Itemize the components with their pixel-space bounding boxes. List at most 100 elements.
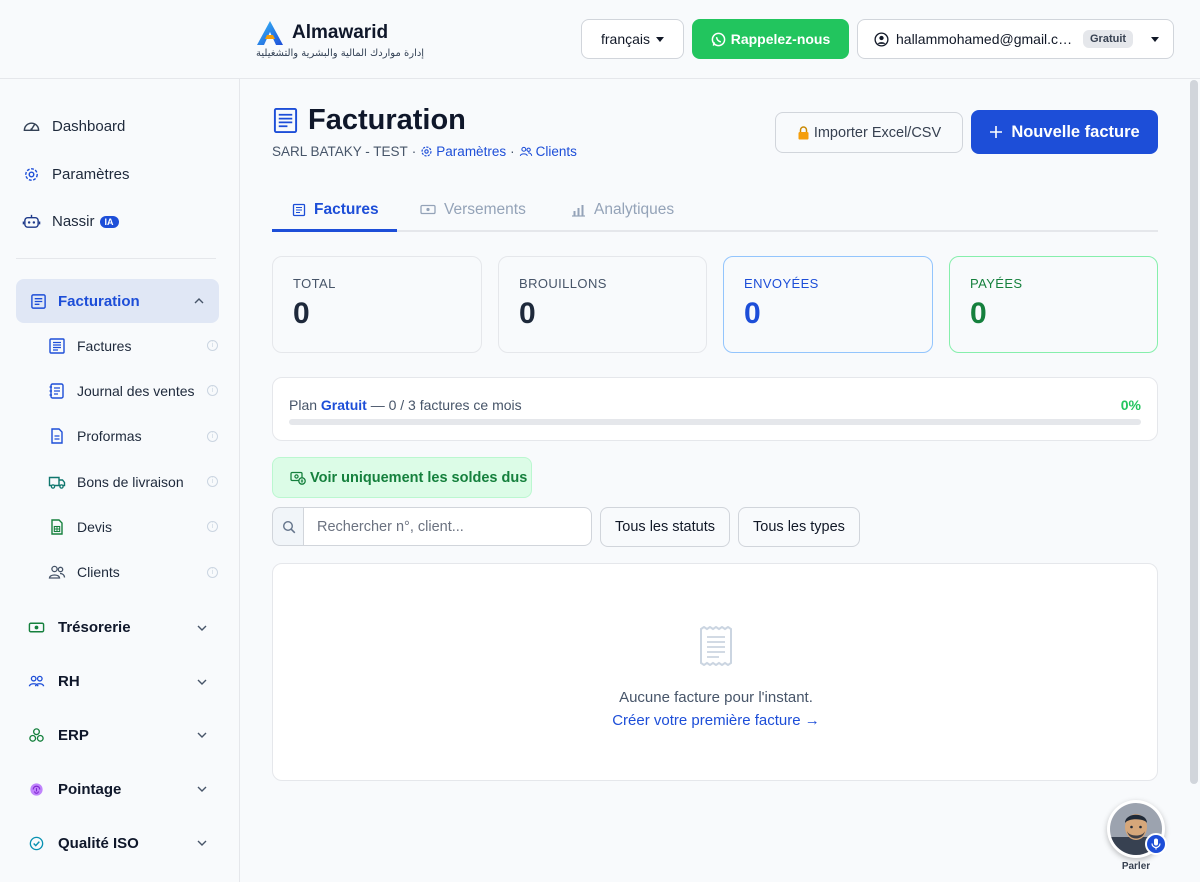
sidebar-item-label: Factures — [77, 337, 132, 354]
tab-label: Versements — [444, 200, 526, 218]
sidebar-sections: Trésorerie RH ERP Pointage Qualité ISO — [28, 601, 208, 870]
user-menu[interactable]: hallammohamed@gmail.com Gratuit — [857, 19, 1174, 59]
chevron-down-icon — [197, 786, 207, 793]
language-label: français — [600, 31, 651, 47]
sidebar-section-label: Facturation — [58, 292, 140, 310]
sidebar-section-label: RH — [58, 673, 80, 691]
invoice-icon — [292, 203, 306, 216]
sidebar-section-facturation[interactable]: Facturation — [16, 279, 219, 323]
tab-versements[interactable]: Versements — [420, 187, 526, 232]
sidebar-item-dashboard[interactable]: Dashboard — [22, 103, 130, 151]
info-icon[interactable]: i — [207, 521, 218, 533]
create-first-invoice-link[interactable]: Créer votre première facture → — [273, 712, 1159, 729]
due-only-toggle[interactable]: Voir uniquement les soldes dus — [272, 457, 532, 498]
brand-name: Almawarid — [292, 22, 389, 43]
sidebar-item-nassir[interactable]: Nassir IA — [22, 198, 130, 246]
fingerprint-icon — [30, 783, 43, 796]
chevron-down-icon — [1151, 36, 1159, 42]
sidebar-item-clients[interactable]: Clients i — [48, 549, 218, 594]
users-icon — [519, 146, 532, 157]
sidebar: Dashboard Paramètres Nassir IA Facturati… — [0, 79, 240, 882]
company-name: SARL BATAKY - TEST — [272, 144, 408, 159]
type-filter[interactable]: Tous les types — [738, 507, 860, 547]
chevron-down-icon — [197, 679, 207, 685]
plan-name: Gratuit — [320, 397, 367, 413]
sidebar-item-proformas[interactable]: Proformas i — [48, 414, 218, 459]
voice-label: Parler — [1121, 861, 1151, 872]
receipt-icon — [31, 293, 46, 309]
new-invoice-label: Nouvelle facture — [1011, 122, 1140, 141]
sidebar-item-label: Bons de livraison — [77, 473, 184, 490]
chevron-up-icon — [194, 298, 204, 304]
page-header: Facturation — [272, 104, 466, 137]
stat-value: 0 — [519, 297, 536, 330]
page-title: Facturation — [308, 104, 466, 136]
cash-icon — [28, 622, 45, 633]
stat-label: BROUILLONS — [519, 276, 607, 291]
stat-value: 0 — [293, 297, 310, 330]
user-circle-icon — [874, 31, 889, 47]
settings-link-label: Paramètres — [436, 144, 507, 159]
whatsapp-icon — [711, 32, 726, 46]
sidebar-section-erp[interactable]: ERP — [28, 709, 208, 763]
sidebar-item-label: Paramètres — [52, 165, 130, 183]
info-icon[interactable]: i — [207, 476, 218, 488]
ia-badge: IA — [99, 215, 119, 228]
cubes-icon — [29, 728, 44, 742]
settings-link[interactable]: Paramètres — [420, 144, 506, 159]
tab-label: Factures — [314, 200, 379, 218]
plan-prefix: Plan — [289, 397, 318, 413]
sidebar-item-factures[interactable]: Factures i — [48, 323, 218, 368]
import-label: Importer Excel/CSV — [813, 124, 942, 141]
stat-value: 0 — [970, 297, 987, 330]
voice-assistant-button[interactable] — [1107, 800, 1167, 858]
clients-link-label: Clients — [535, 144, 577, 159]
sidebar-section-rh[interactable]: RH — [28, 655, 208, 709]
active-tab-indicator — [272, 229, 397, 232]
lock-icon — [798, 125, 809, 139]
sidebar-section-pointage[interactable]: Pointage — [28, 762, 208, 816]
sidebar-item-journal-des-ventes[interactable]: Journal des ventes i — [48, 368, 218, 413]
mic-icon — [1145, 833, 1167, 855]
sidebar-item-label: Journal des ventes — [77, 382, 195, 399]
sidebar-item-label: Nassir — [52, 213, 95, 231]
import-excel-button[interactable]: Importer Excel/CSV — [775, 112, 963, 153]
page-scrollbar[interactable] — [1190, 80, 1198, 784]
sidebar-item-parametres[interactable]: Paramètres — [22, 151, 130, 199]
tab-analytiques[interactable]: Analytiques — [571, 187, 674, 232]
sidebar-section-qualite-iso[interactable]: Qualité ISO — [28, 816, 208, 870]
journal-icon — [49, 383, 64, 399]
plan-usage: Plan Gratuit — 0 / 3 factures ce mois 0% — [272, 377, 1158, 441]
sidebar-item-bons-de-livraison[interactable]: Bons de livraison i — [48, 459, 218, 504]
plan-percent: 0% — [1120, 397, 1141, 413]
gear-icon — [25, 167, 38, 181]
language-select[interactable]: français — [581, 19, 684, 59]
chevron-down-icon — [197, 625, 207, 631]
clients-link[interactable]: Clients — [519, 144, 577, 159]
search-input[interactable] — [303, 507, 592, 546]
info-icon[interactable]: i — [207, 430, 218, 442]
sidebar-section-label: Pointage — [58, 780, 122, 798]
sidebar-item-label: Proformas — [77, 428, 142, 445]
brand-subtitle: إدارة مواردك المالية والبشرية والتشغيلية — [256, 48, 425, 59]
sidebar-item-devis[interactable]: Devis i — [48, 504, 218, 549]
separator: · — [510, 144, 515, 159]
status-filter-label: Tous les statuts — [615, 519, 715, 535]
new-invoice-button[interactable]: Nouvelle facture — [971, 110, 1158, 154]
callback-button[interactable]: Rappelez-nous — [692, 19, 849, 59]
chevron-down-icon — [197, 732, 207, 739]
stat-value: 0 — [744, 297, 761, 330]
money-icon — [290, 471, 306, 485]
chevron-down-icon — [197, 840, 207, 847]
tab-factures[interactable]: Factures — [292, 187, 379, 232]
cash-icon — [420, 204, 436, 215]
info-icon[interactable]: i — [207, 340, 218, 352]
sidebar-section-tresorerie[interactable]: Trésorerie — [28, 601, 208, 655]
chevron-down-icon — [656, 36, 665, 42]
brand[interactable]: Almawarid إدارة مواردك المالية والبشرية … — [256, 20, 424, 59]
status-filter[interactable]: Tous les statuts — [600, 507, 730, 547]
plan-progress-bar — [289, 419, 1141, 425]
plan-usage-text: Plan Gratuit — 0 / 3 factures ce mois — [289, 397, 522, 413]
info-icon[interactable]: i — [207, 385, 218, 397]
info-icon[interactable]: i — [207, 566, 218, 578]
